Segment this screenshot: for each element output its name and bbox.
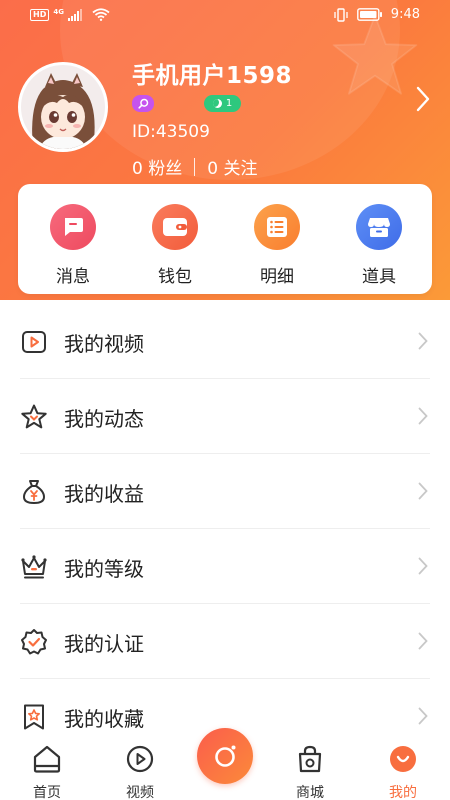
smile-face-icon: [390, 746, 416, 772]
video-tab-icon: [126, 745, 154, 773]
fans-count[interactable]: 0 粉丝: [132, 154, 182, 179]
camera-icon: [215, 745, 236, 767]
nav-item-video[interactable]: 视频: [105, 744, 175, 800]
star-icon: [21, 404, 47, 429]
level-badge[interactable]: 1: [204, 95, 241, 112]
certified-icon: [21, 629, 47, 655]
bottom-nav: 首页 视频 商城 我的: [0, 728, 450, 800]
menu-item-my-moments[interactable]: 我的动态: [0, 379, 450, 454]
shop-icon: [356, 204, 402, 250]
menu-item-label: 我的等级: [64, 557, 144, 581]
menu-item-my-videos[interactable]: 我的视频: [0, 304, 450, 379]
quick-action-props[interactable]: 道具: [339, 204, 419, 287]
shopping-bag-icon: [298, 745, 322, 773]
nav-item-home[interactable]: 首页: [12, 744, 82, 800]
status-bar: HD 4G 9:48: [0, 0, 450, 32]
bookmark-star-icon: [24, 704, 44, 730]
signal-icon: [67, 8, 82, 21]
nav-item-me[interactable]: 我的: [368, 744, 438, 800]
quick-action-details[interactable]: 明细: [237, 204, 317, 287]
menu-item-label: 我的动态: [64, 407, 144, 431]
quick-action-label: 明细: [260, 267, 294, 287]
wifi-icon: [92, 8, 110, 21]
battery-icon: [356, 8, 382, 21]
vibrate-icon: [334, 7, 348, 22]
quick-action-messages[interactable]: 消息: [33, 204, 113, 287]
menu-item-label: 我的收益: [64, 482, 144, 506]
following-count[interactable]: 0 关注: [207, 154, 257, 179]
menu-item-label: 我的认证: [64, 632, 144, 656]
vip-badge[interactable]: [132, 95, 154, 112]
video-icon: [22, 331, 46, 353]
nav-label: 我的: [389, 785, 417, 800]
clock: 9:48: [390, 7, 420, 22]
follow-stats: 0 粉丝 0 关注: [132, 154, 257, 179]
vip-search-icon: [137, 98, 148, 109]
quick-action-label: 道具: [362, 267, 396, 287]
follow-divider: [194, 157, 196, 176]
level-badge-count: 1: [225, 98, 233, 109]
chevron-right-icon: [418, 482, 428, 500]
wallet-icon: [152, 204, 198, 250]
username: 手机用户1598: [132, 63, 293, 89]
nav-label: 首页: [33, 785, 61, 800]
list-detail-icon: [254, 204, 300, 250]
chevron-right-icon: [418, 707, 428, 725]
nav-label: 商城: [296, 785, 324, 800]
money-bag-icon: [22, 480, 46, 505]
quick-action-label: 钱包: [158, 267, 192, 287]
chevron-right-icon: [418, 332, 428, 350]
chevron-right-icon: [418, 632, 428, 650]
profile-chevron-right-icon[interactable]: [416, 86, 430, 112]
user-id: ID:43509: [132, 122, 210, 142]
hd-indicator: HD: [30, 8, 50, 21]
moon-icon: [212, 99, 222, 108]
menu-item-label: 我的视频: [64, 332, 144, 356]
menu-item-my-level[interactable]: 我的等级: [0, 529, 450, 604]
menu-item-label: 我的收藏: [64, 707, 144, 731]
nav-label: 视频: [126, 785, 154, 800]
quick-action-wallet[interactable]: 钱包: [135, 204, 215, 287]
avatar[interactable]: [18, 62, 108, 152]
chevron-right-icon: [418, 557, 428, 575]
avatar-image: [21, 65, 105, 149]
menu-list: 我的视频 我的动态 我的收益 我的等级 我的认证 我的收藏: [0, 304, 450, 754]
menu-item-my-earnings[interactable]: 我的收益: [0, 454, 450, 529]
home-icon: [33, 745, 61, 773]
message-icon: [50, 204, 96, 250]
crown-icon: [21, 555, 47, 579]
quick-actions-card: 消息 钱包 明细 道具: [18, 184, 432, 294]
chevron-right-icon: [418, 407, 428, 425]
quick-action-label: 消息: [56, 267, 90, 287]
camera-button[interactable]: [197, 728, 253, 784]
network-type: 4G: [53, 7, 64, 16]
menu-item-my-certification[interactable]: 我的认证: [0, 604, 450, 679]
nav-item-mall[interactable]: 商城: [275, 744, 345, 800]
